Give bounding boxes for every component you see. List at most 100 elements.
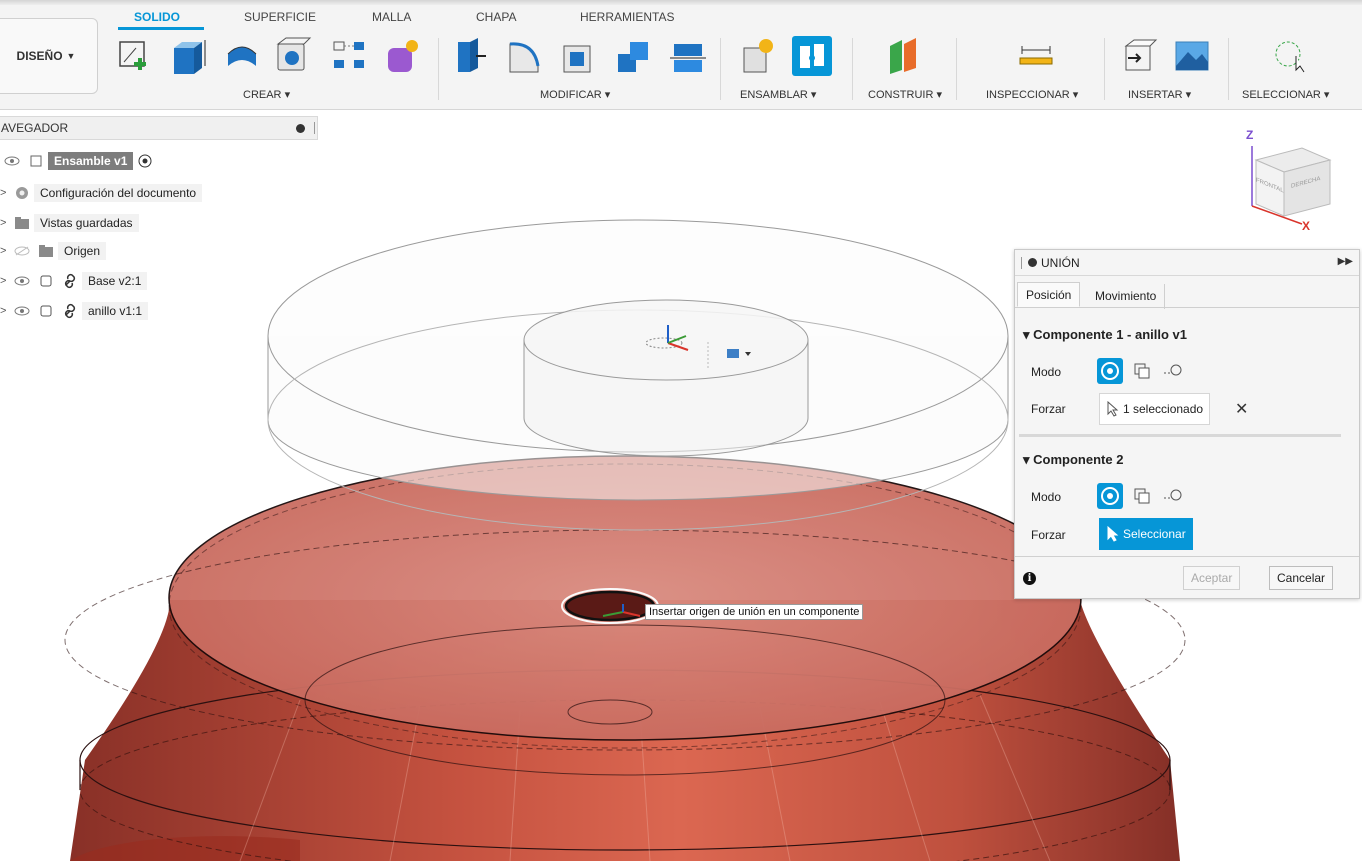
select-icon[interactable] bbox=[1270, 36, 1310, 76]
mode-two-faces-icon[interactable] bbox=[1161, 358, 1187, 384]
clear-selection-icon[interactable]: ✕ bbox=[1235, 399, 1248, 419]
assembly-icon bbox=[30, 155, 42, 167]
tab-motion[interactable]: Movimiento bbox=[1087, 284, 1166, 309]
dialog-title: UNIÓN bbox=[1041, 255, 1080, 270]
combine-icon[interactable] bbox=[614, 36, 654, 76]
tree-item-ring[interactable]: > anillo v1:1 bbox=[0, 300, 149, 322]
link-icon bbox=[64, 303, 76, 319]
chevron-right-icon[interactable]: > bbox=[0, 187, 10, 199]
dialog-header[interactable]: UNIÓN ▶▶ bbox=[1015, 250, 1359, 276]
group-ensamblar[interactable]: ENSAMBLAR ▾ bbox=[740, 88, 816, 101]
chevron-right-icon[interactable]: > bbox=[0, 305, 10, 317]
dialog-pin-icon[interactable] bbox=[1028, 258, 1037, 267]
viewcube-axis-x: X bbox=[1302, 219, 1311, 233]
component1-selection-field[interactable]: 1 seleccionado bbox=[1099, 393, 1211, 425]
component1-mode-label: Modo bbox=[1031, 365, 1062, 379]
ok-button[interactable]: Aceptar bbox=[1183, 566, 1241, 590]
hole-highlight bbox=[564, 590, 656, 622]
mode-simple-icon[interactable] bbox=[1097, 358, 1123, 384]
folder-icon bbox=[39, 245, 53, 257]
workspace-switcher-button[interactable]: DISEÑO ▼ bbox=[0, 18, 98, 94]
group-insertar[interactable]: INSERTAR ▾ bbox=[1128, 88, 1191, 101]
tree-item-origin[interactable]: > Origen bbox=[0, 240, 107, 262]
chevron-right-icon[interactable]: > bbox=[0, 275, 10, 287]
dialog-tabs: Posición Movimiento bbox=[1015, 276, 1359, 309]
extrude-icon[interactable] bbox=[168, 36, 208, 76]
tab-position[interactable]: Posición bbox=[1017, 282, 1081, 307]
section-component1[interactable]: ▾ Componente 1 - anillo v1 bbox=[1023, 327, 1187, 343]
tab-solido[interactable]: SOLIDO bbox=[134, 10, 180, 24]
create-form-icon[interactable] bbox=[382, 36, 422, 76]
component2-mode-label: Modo bbox=[1031, 490, 1062, 504]
component-icon bbox=[40, 275, 52, 287]
drag-handle-icon[interactable] bbox=[1021, 256, 1022, 269]
cursor-arrow-icon bbox=[1107, 526, 1119, 542]
create-sketch-icon[interactable] bbox=[116, 36, 156, 76]
new-component-icon[interactable] bbox=[738, 36, 778, 76]
tree-item-saved-views[interactable]: > Vistas guardadas bbox=[0, 212, 139, 234]
insert-derive-icon[interactable] bbox=[1120, 36, 1160, 76]
offset-plane-icon[interactable] bbox=[884, 36, 924, 76]
tab-superficie[interactable]: SUPERFICIE bbox=[244, 10, 316, 24]
tree-label-origin: Origen bbox=[58, 242, 107, 260]
chevron-right-icon[interactable]: > bbox=[0, 245, 10, 257]
component-icon bbox=[40, 305, 52, 317]
cursor-arrow-icon bbox=[1107, 401, 1119, 417]
active-tab-indicator bbox=[118, 27, 204, 30]
cancel-button[interactable]: Cancelar bbox=[1269, 566, 1334, 590]
eye-icon[interactable] bbox=[14, 276, 30, 286]
tree-item-document-settings[interactable]: > Configuración del documento bbox=[0, 182, 203, 204]
browser-title: AVEGADOR bbox=[1, 121, 69, 135]
folder-icon bbox=[15, 217, 29, 229]
mode-two-faces-icon[interactable] bbox=[1161, 483, 1187, 509]
gear-icon bbox=[16, 187, 28, 199]
viewcube-axis-z: Z bbox=[1246, 128, 1254, 142]
caret-down-icon: ▼ bbox=[66, 51, 76, 61]
tree-item-base[interactable]: > Base v2:1 bbox=[0, 270, 148, 292]
pin-icon[interactable] bbox=[296, 124, 305, 133]
tree-label-base: Base v2:1 bbox=[82, 272, 148, 290]
panel-handle-icon[interactable] bbox=[314, 122, 315, 134]
eye-icon[interactable] bbox=[4, 156, 20, 166]
section-component2[interactable]: ▾ Componente 2 bbox=[1023, 452, 1123, 468]
eye-icon[interactable] bbox=[14, 306, 30, 316]
group-construir[interactable]: CONSTRUIR ▾ bbox=[868, 88, 942, 101]
tooltip: Insertar origen de unión en un component… bbox=[645, 604, 864, 620]
tab-chapa[interactable]: CHAPA bbox=[476, 10, 516, 24]
insert-canvas-icon[interactable] bbox=[1172, 36, 1212, 76]
activate-radio-icon[interactable] bbox=[137, 153, 153, 169]
component2-force-label: Forzar bbox=[1031, 528, 1066, 542]
group-seleccionar[interactable]: SELECCIONAR ▾ bbox=[1242, 88, 1329, 101]
mode-between-icon[interactable] bbox=[1129, 483, 1155, 509]
revolve-icon[interactable] bbox=[222, 36, 262, 76]
press-pull-icon[interactable] bbox=[452, 36, 492, 76]
mode-between-icon[interactable] bbox=[1129, 358, 1155, 384]
measure-icon[interactable] bbox=[1016, 36, 1056, 76]
tree-label-ring: anillo v1:1 bbox=[82, 302, 149, 320]
expand-dialog-icon[interactable]: ▶▶ bbox=[1338, 256, 1353, 267]
toolbar: SOLIDO SUPERFICIE MALLA CHAPA HERRAMIENT… bbox=[0, 0, 1362, 110]
browser-header: AVEGADOR bbox=[0, 116, 318, 140]
pattern-icon[interactable] bbox=[330, 36, 370, 76]
tree-item-root[interactable]: Ensamble v1 bbox=[0, 150, 157, 172]
split-body-icon[interactable] bbox=[668, 36, 708, 76]
tab-malla[interactable]: MALLA bbox=[372, 10, 411, 24]
fillet-icon[interactable] bbox=[504, 36, 544, 76]
joint-icon[interactable] bbox=[792, 36, 832, 76]
group-modificar[interactable]: MODIFICAR ▾ bbox=[540, 88, 610, 101]
tree-label-saved-views: Vistas guardadas bbox=[34, 214, 139, 232]
eye-hidden-icon[interactable] bbox=[14, 246, 30, 256]
component2-select-button[interactable]: Seleccionar bbox=[1099, 518, 1193, 550]
tab-herramientas[interactable]: HERRAMIENTAS bbox=[580, 10, 674, 24]
component2-select-text: Seleccionar bbox=[1123, 527, 1186, 541]
group-inspeccionar[interactable]: INSPECCIONAR ▾ bbox=[986, 88, 1078, 101]
mode-simple-icon[interactable] bbox=[1097, 483, 1123, 509]
group-crear[interactable]: CREAR ▾ bbox=[243, 88, 290, 101]
joint-dialog: UNIÓN ▶▶ Posición Movimiento ▾ Component… bbox=[1014, 249, 1360, 599]
tree-label-root: Ensamble v1 bbox=[48, 152, 134, 170]
hole-icon[interactable] bbox=[274, 36, 314, 76]
chevron-right-icon[interactable]: > bbox=[0, 217, 10, 229]
info-icon[interactable]: i bbox=[1023, 572, 1036, 585]
link-icon bbox=[64, 273, 76, 289]
shell-icon[interactable] bbox=[560, 36, 600, 76]
